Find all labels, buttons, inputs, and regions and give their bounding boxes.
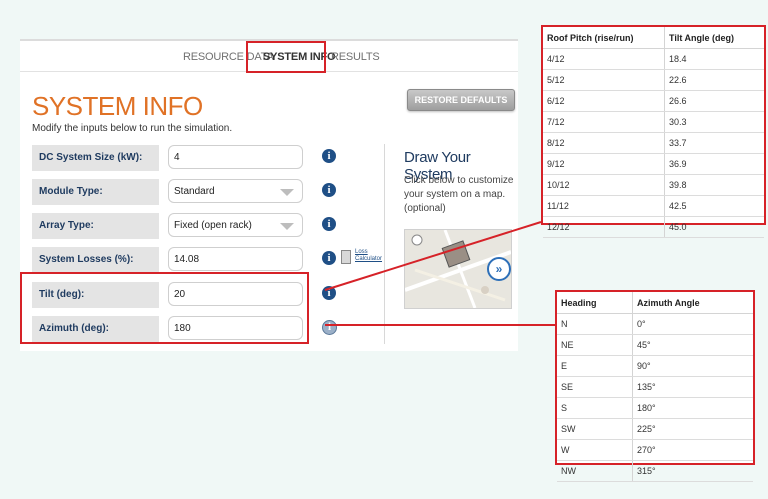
table-cell: 10/12: [543, 174, 665, 196]
table-row: NE 45°: [557, 334, 753, 356]
table-cell: S: [557, 397, 633, 419]
table-cell: 0°: [632, 313, 753, 335]
table-header-row: Heading Azimuth Angle: [557, 292, 753, 314]
table-cell: 7/12: [543, 111, 665, 133]
table-row: SE 135°: [557, 376, 753, 398]
table-row: 12/12 45.0: [543, 216, 764, 238]
azimuth-table: Heading Azimuth Angle N 0° NE 45° E 90° SE 135°…: [557, 292, 753, 482]
table-cell: 5/12: [543, 69, 665, 91]
table-cell: 36.9: [664, 153, 764, 175]
table-cell: NW: [557, 460, 633, 482]
azimuth-table-box: Heading Azimuth Angle N 0° NE 45° E 90° SE 135°…: [555, 290, 755, 482]
table-cell: 30.3: [664, 111, 764, 133]
table-row: 11/12 42.5: [543, 195, 764, 217]
roof-pitch-header: Roof Pitch (rise/run): [543, 27, 665, 49]
table-row: E 90°: [557, 355, 753, 377]
azimuth-rows: N 0° NE 45° E 90° SE 135° S 180° SW 225° W 270° NW 315°: [557, 313, 753, 482]
table-cell: 315°: [632, 460, 753, 482]
table-cell: 22.6: [664, 69, 764, 91]
table-row: 8/12 33.7: [543, 132, 764, 154]
table-row: 5/12 22.6: [543, 69, 764, 91]
table-row: SW 225°: [557, 418, 753, 440]
table-row: 4/12 18.4: [543, 48, 764, 70]
table-cell: 11/12: [543, 195, 665, 217]
table-cell: 270°: [632, 439, 753, 461]
table-cell: 18.4: [664, 48, 764, 70]
table-cell: 26.6: [664, 90, 764, 112]
table-header-row: Roof Pitch (rise/run) Tilt Angle (deg): [543, 27, 764, 49]
table-cell: SW: [557, 418, 633, 440]
table-cell: 135°: [632, 376, 753, 398]
table-cell: W: [557, 439, 633, 461]
heading-header: Heading: [557, 292, 633, 314]
roof-pitch-rows: 4/12 18.4 5/12 22.6 6/12 26.6 7/12 30.3 8/12 33.7…: [543, 48, 764, 238]
table-cell: 225°: [632, 418, 753, 440]
table-cell: SE: [557, 376, 633, 398]
table-cell: 12/12: [543, 216, 665, 238]
table-row: S 180°: [557, 397, 753, 419]
table-cell: 6/12: [543, 90, 665, 112]
tilt-connector-line: [324, 221, 542, 291]
table-cell: NE: [557, 334, 633, 356]
table-row: NW 315°: [557, 460, 753, 482]
table-row: 6/12 26.6: [543, 90, 764, 112]
table-cell: 90°: [632, 355, 753, 377]
roof-pitch-table-box: Roof Pitch (rise/run) Tilt Angle (deg) 4…: [541, 25, 766, 238]
table-row: 10/12 39.8: [543, 174, 764, 196]
table-cell: 9/12: [543, 153, 665, 175]
table-cell: 45.0: [664, 216, 764, 238]
roof-pitch-table: Roof Pitch (rise/run) Tilt Angle (deg) 4…: [543, 27, 764, 238]
table-cell: 4/12: [543, 48, 665, 70]
table-row: 9/12 36.9: [543, 153, 764, 175]
tilt-angle-header: Tilt Angle (deg): [664, 27, 764, 49]
table-cell: N: [557, 313, 633, 335]
table-cell: 33.7: [664, 132, 764, 154]
table-cell: 39.8: [664, 174, 764, 196]
table-cell: E: [557, 355, 633, 377]
table-cell: 45°: [632, 334, 753, 356]
azimuth-angle-header: Azimuth Angle: [632, 292, 753, 314]
table-cell: 180°: [632, 397, 753, 419]
table-cell: 42.5: [664, 195, 764, 217]
table-cell: 8/12: [543, 132, 665, 154]
table-row: W 270°: [557, 439, 753, 461]
table-row: 7/12 30.3: [543, 111, 764, 133]
table-row: N 0°: [557, 313, 753, 335]
